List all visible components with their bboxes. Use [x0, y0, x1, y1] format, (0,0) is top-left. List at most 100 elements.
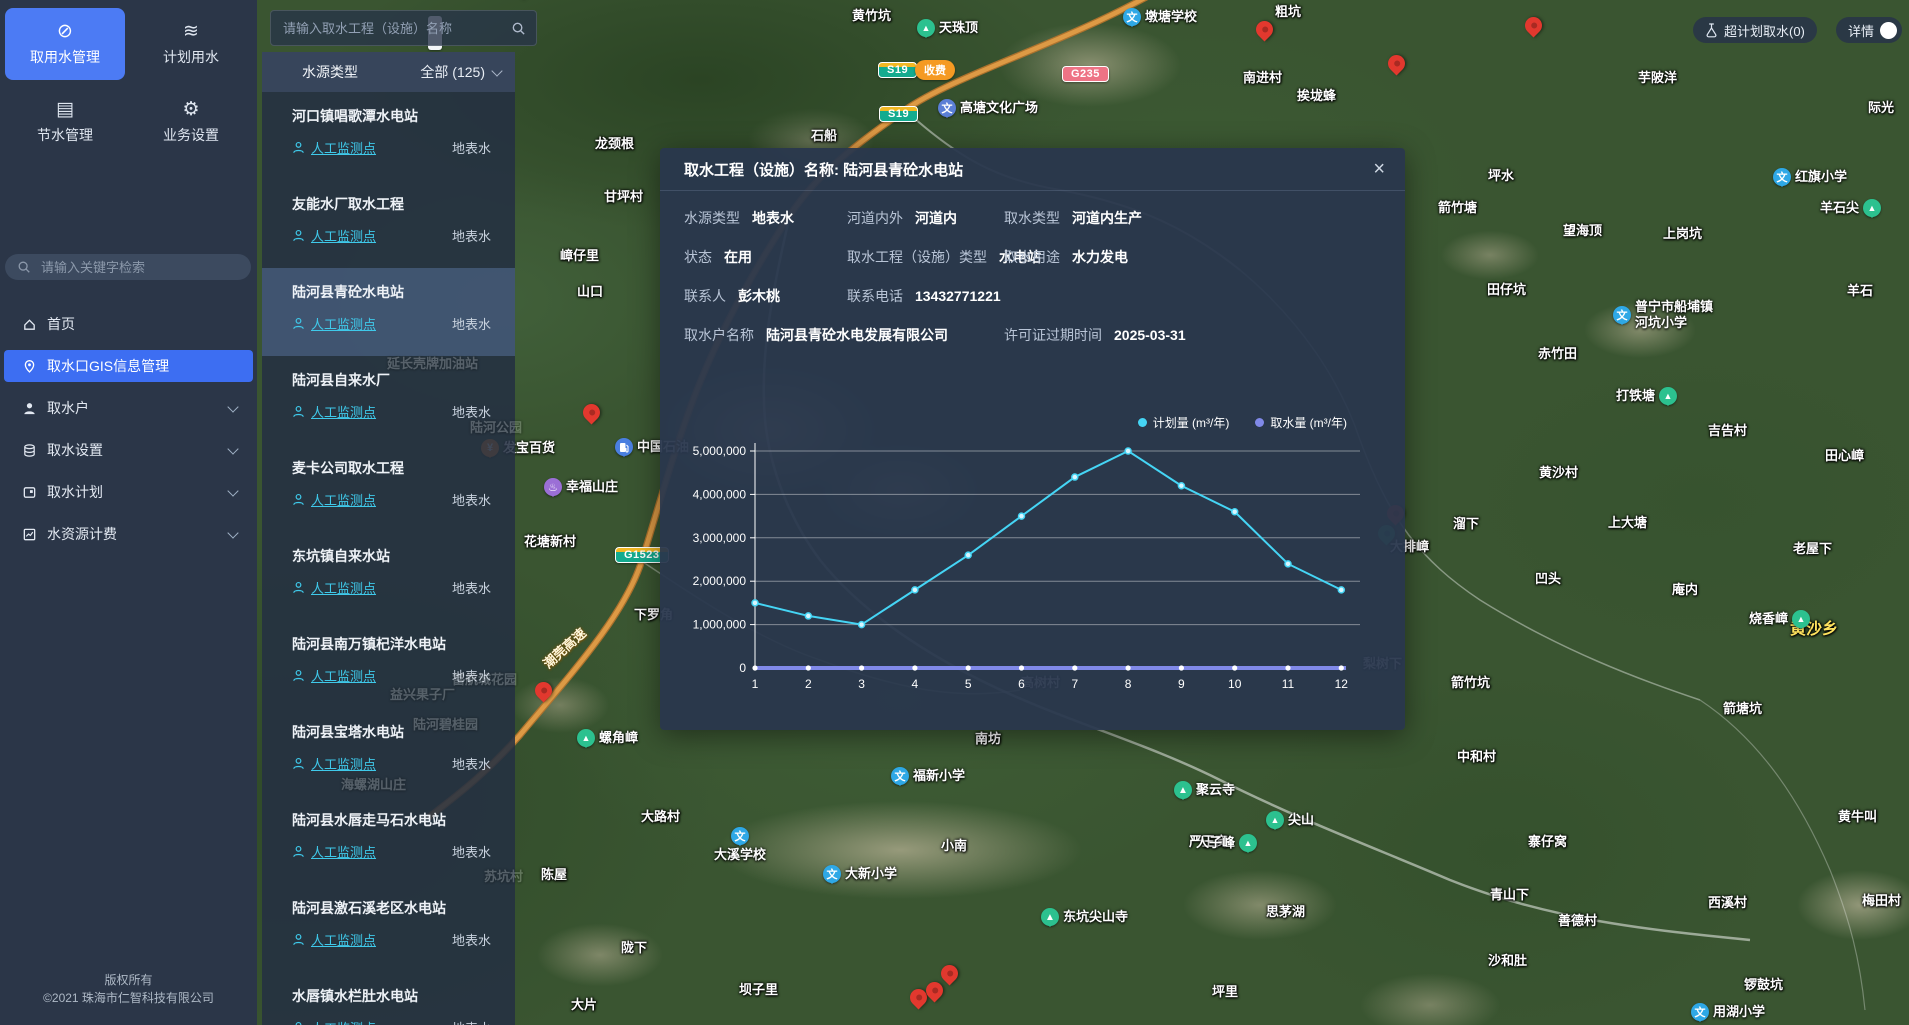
map-pin-red[interactable]: [1384, 51, 1408, 75]
station-list-item[interactable]: 陆河县南万镇杞洋水电站人工监测点地表水: [262, 620, 515, 708]
map-poi[interactable]: 文用湖小学: [1691, 1003, 1765, 1021]
station-list-item[interactable]: 水唇镇水栏肚水电站人工监测点地表水: [262, 972, 515, 1025]
map-poi[interactable]: 打铁塘▲: [1616, 387, 1677, 405]
station-list: 河口镇唱歌潭水电站人工监测点地表水友能水厂取水工程人工监测点地表水陆河县青砼水电…: [262, 92, 515, 1025]
peak-icon: ▲: [917, 19, 935, 37]
monitor-type[interactable]: 人工监测点: [311, 842, 376, 861]
monitor-type[interactable]: 人工监测点: [311, 754, 376, 773]
keyword-search-input[interactable]: [39, 259, 239, 276]
sidebar-item-3[interactable]: 取水设置: [4, 434, 253, 466]
station-list-item[interactable]: 河口镇唱歌潭水电站人工监测点地表水: [262, 92, 515, 180]
map-place-label: 南坊: [975, 731, 1001, 747]
source-type-filter[interactable]: 水源类型 全部 (125): [262, 52, 515, 92]
map-pin-red[interactable]: [937, 961, 961, 985]
monitor-type[interactable]: 人工监测点: [311, 314, 376, 333]
poi-label: 用湖小学: [1713, 1004, 1765, 1020]
map-pin-red[interactable]: [1252, 17, 1276, 41]
module-save-water[interactable]: ▤ 节水管理: [5, 86, 125, 158]
station-search[interactable]: [270, 10, 537, 46]
station-list-panel: 水源类型 全部 (125) 河口镇唱歌潭水电站人工监测点地表水友能水厂取水工程人…: [262, 52, 515, 1025]
monitor-type[interactable]: 人工监测点: [311, 578, 376, 597]
station-list-item[interactable]: 陆河县激石溪老区水电站人工监测点地表水: [262, 884, 515, 972]
field-label: 水源类型: [684, 208, 740, 228]
sidebar-item-2[interactable]: 取水户: [4, 392, 253, 424]
map-poi[interactable]: 文墩塘学校: [1123, 8, 1197, 26]
map-place-label: 锣鼓坑: [1744, 977, 1783, 993]
station-search-input[interactable]: [281, 20, 503, 37]
map-place-label: 坪水: [1488, 168, 1514, 184]
detail-field: 许可证过期时间2025-03-31: [1004, 325, 1186, 345]
map-poi[interactable]: ▲天珠顶: [917, 19, 978, 37]
map-poi[interactable]: 烧香嶂▲: [1749, 610, 1810, 628]
map-place-label-faint: 陆河碧桂园: [413, 717, 478, 733]
map-poi[interactable]: 文大溪学校: [714, 827, 766, 863]
map-poi[interactable]: 羊石尖▲: [1820, 199, 1881, 217]
sidebar-item-1[interactable]: 取水口GIS信息管理: [4, 350, 253, 382]
over-plan-intake-badge[interactable]: 超计划取水(0): [1693, 17, 1817, 43]
map-pin-red[interactable]: [579, 400, 603, 424]
map-poi[interactable]: 文高塘文化广场: [938, 99, 1038, 117]
legend-item[interactable]: 计划量 (m³/年): [1138, 414, 1230, 431]
sidebar-item-0[interactable]: 首页: [4, 308, 253, 340]
module-plan-water[interactable]: ≋ 计划用水: [131, 8, 251, 80]
map-pin-red[interactable]: [531, 678, 555, 702]
person-icon: [292, 757, 305, 770]
svg-text:12: 12: [1335, 677, 1349, 691]
svg-text:4,000,000: 4,000,000: [693, 487, 747, 501]
water-source-type: 地表水: [452, 1018, 491, 1025]
map-place-label: 望海顶: [1563, 223, 1602, 239]
sidebar-item-label: 水资源计费: [47, 524, 117, 544]
sidebar-item-4[interactable]: 取水计划: [4, 476, 253, 508]
svg-text:10: 10: [1228, 677, 1242, 691]
person-icon: [292, 405, 305, 418]
monitor-type[interactable]: 人工监测点: [311, 226, 376, 245]
map-place-label: 陈屋: [541, 867, 567, 883]
map-place-label: 庵内: [1672, 582, 1698, 598]
map-place-label: 西溪村: [1708, 895, 1747, 911]
filter-value[interactable]: 全部 (125): [420, 62, 501, 82]
keyword-search[interactable]: [5, 254, 251, 280]
monitor-type[interactable]: 人工监测点: [311, 930, 376, 949]
map-place-label-faint: 富航城花园: [452, 672, 517, 688]
map-pin-red[interactable]: [1521, 13, 1545, 37]
monitor-type[interactable]: 人工监测点: [311, 490, 376, 509]
detail-field: 联系电话13432771221: [847, 286, 1001, 306]
map-poi[interactable]: 文红旗小学: [1773, 168, 1847, 186]
map-place-label: 思茅湖: [1266, 904, 1305, 920]
map-poi[interactable]: 人子峰▲: [1196, 834, 1257, 852]
station-name: 陆河县南万镇杞洋水电站: [292, 634, 491, 654]
map-poi[interactable]: ▲尖山: [1266, 811, 1314, 829]
sidebar-item-label: 取水计划: [47, 482, 103, 502]
module-label: 取用水管理: [30, 47, 100, 67]
field-value: 2025-03-31: [1114, 327, 1186, 343]
map-poi[interactable]: 文普宁市船埔镇 河坑小学: [1613, 299, 1713, 330]
station-list-item[interactable]: 陆河县水唇走马石水电站人工监测点地表水: [262, 796, 515, 884]
module-water-intake[interactable]: ⊘ 取用水管理: [5, 8, 125, 80]
monitor-type[interactable]: 人工监测点: [311, 666, 376, 685]
monitor-type[interactable]: 人工监测点: [311, 1018, 376, 1025]
legend-item[interactable]: 取水量 (m³/年): [1255, 414, 1347, 431]
map-poi[interactable]: 文大新小学: [823, 865, 897, 883]
map-poi[interactable]: ▲螺角嶂: [577, 729, 638, 747]
map-place-label: 黄牛叫: [1838, 809, 1877, 825]
station-list-item[interactable]: 东坑镇自来水站人工监测点地表水: [262, 532, 515, 620]
close-icon[interactable]: ×: [1367, 157, 1391, 181]
station-list-item[interactable]: 麦卡公司取水工程人工监测点地表水: [262, 444, 515, 532]
monitor-type[interactable]: 人工监测点: [311, 402, 376, 421]
calendar-icon: [22, 485, 37, 500]
detail-toggle[interactable]: 详情: [1836, 17, 1902, 43]
station-list-item[interactable]: 陆河县青砼水电站人工监测点地表水: [262, 268, 515, 356]
station-list-item[interactable]: 友能水厂取水工程人工监测点地表水: [262, 180, 515, 268]
map-place-label: 小南: [941, 838, 967, 854]
map-poi[interactable]: 文福新小学: [891, 767, 965, 785]
sidebar-item-5[interactable]: 水资源计费: [4, 518, 253, 550]
map-poi[interactable]: ♨幸福山庄: [544, 478, 618, 496]
search-icon[interactable]: [511, 21, 526, 36]
monitor-type[interactable]: 人工监测点: [311, 138, 376, 157]
map-poi[interactable]: ▲聚云寺: [1174, 781, 1235, 799]
module-settings[interactable]: ⚙ 业务设置: [131, 86, 251, 158]
station-name: 河口镇唱歌潭水电站: [292, 106, 491, 126]
sidebar-menu: 首页取水口GIS信息管理取水户取水设置取水计划水资源计费: [0, 308, 257, 550]
detail-field: 取水户名称陆河县青砼水电发展有限公司: [684, 325, 948, 345]
map-poi[interactable]: ▲东坑尖山寺: [1041, 908, 1128, 926]
